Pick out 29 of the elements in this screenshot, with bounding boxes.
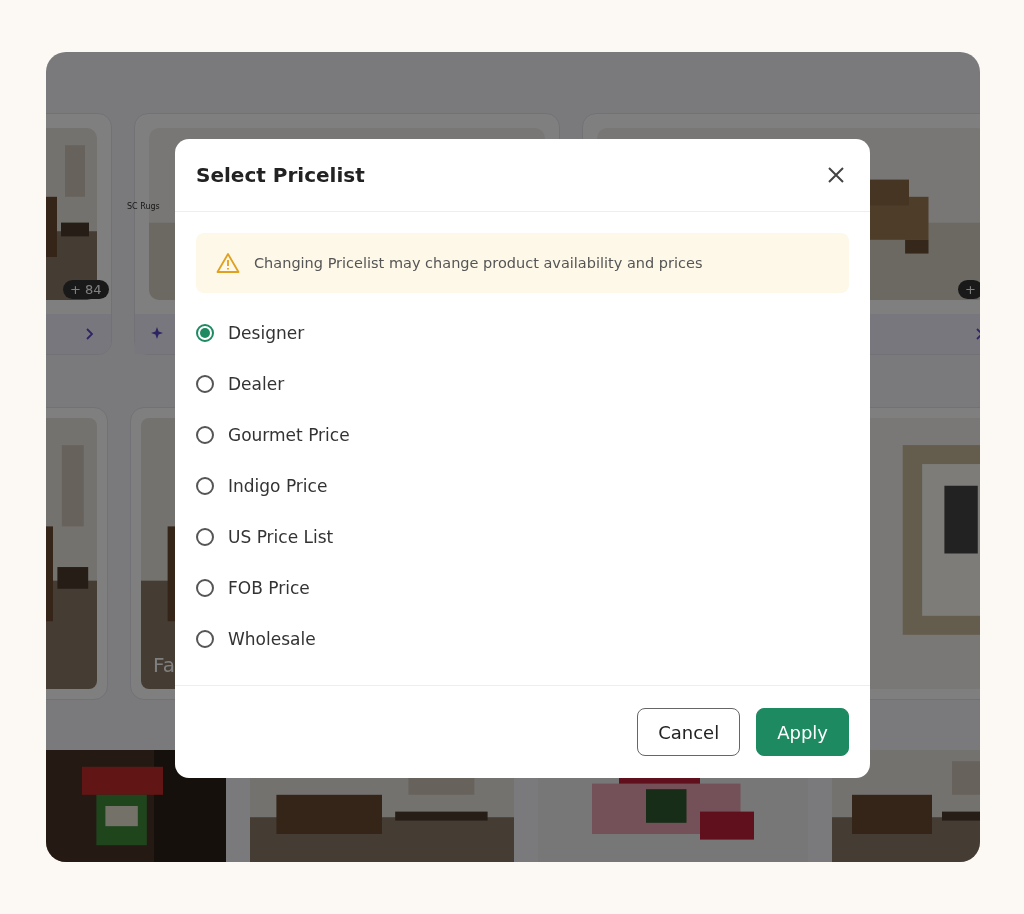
radio-button[interactable]: [196, 425, 214, 444]
radio-option[interactable]: Gourmet Price: [196, 409, 849, 460]
radio-button[interactable]: [196, 323, 214, 342]
brand-label: SC Rugs: [127, 202, 160, 211]
option-label: Gourmet Price: [228, 424, 350, 445]
radio-button[interactable]: [196, 476, 214, 495]
option-label: FOB Price: [228, 577, 310, 598]
radio-option[interactable]: Designer: [196, 307, 849, 358]
radio-option[interactable]: Dealer: [196, 358, 849, 409]
dialog-title: Select Pricelist: [196, 163, 365, 187]
warning-text: Changing Pricelist may change product availability and prices: [254, 255, 703, 271]
radio-button[interactable]: [196, 374, 214, 393]
option-label: Wholesale: [228, 628, 316, 649]
radio-option[interactable]: US Price List: [196, 511, 849, 562]
count-badge: + 84: [63, 280, 109, 299]
option-label: Designer: [228, 322, 305, 343]
option-label: Dealer: [228, 373, 285, 394]
option-label: Indigo Price: [228, 475, 328, 496]
radio-option[interactable]: FOB Price: [196, 562, 849, 613]
radio-option[interactable]: Indigo Price: [196, 460, 849, 511]
radio-button[interactable]: [196, 629, 214, 648]
warning-icon: [216, 252, 240, 274]
radio-option[interactable]: Wholesale: [196, 613, 849, 664]
radio-button[interactable]: [196, 527, 214, 546]
radio-button[interactable]: [196, 578, 214, 597]
cancel-button[interactable]: Cancel: [637, 708, 741, 756]
option-label: US Price List: [228, 526, 334, 547]
apply-button[interactable]: Apply: [756, 708, 849, 756]
card-title: Fa: [153, 653, 175, 677]
